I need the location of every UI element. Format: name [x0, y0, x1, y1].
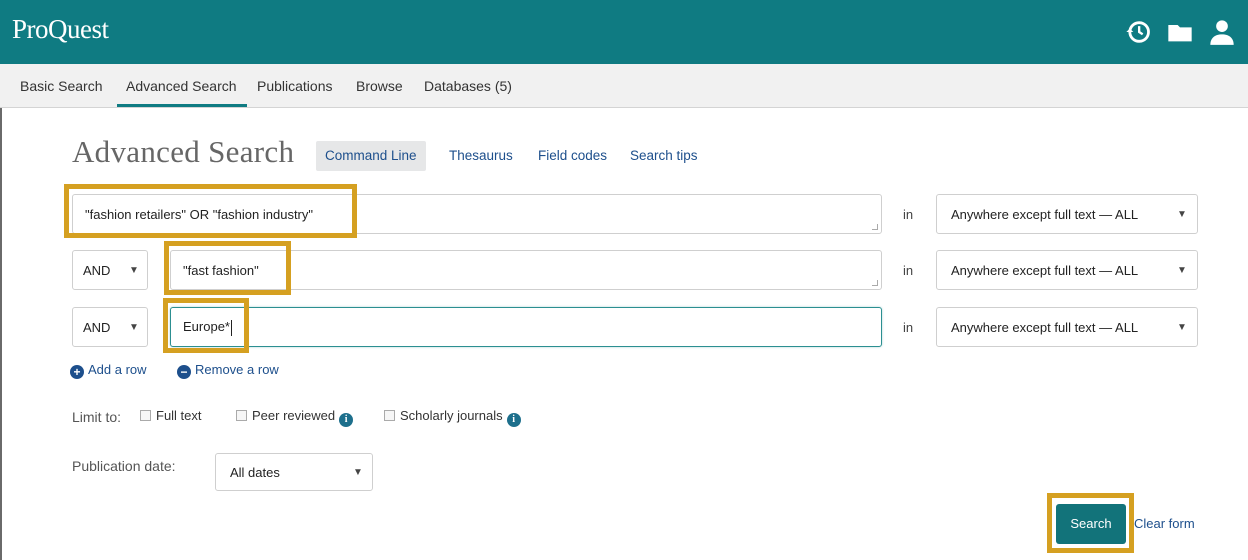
- info-icon[interactable]: i: [506, 413, 521, 427]
- publication-date-label: Publication date:: [72, 458, 176, 474]
- publication-date-value: All dates: [230, 465, 280, 480]
- scholarly-journals-checkbox[interactable]: Scholarly journals i: [384, 408, 521, 427]
- in-label-row-2: in: [903, 263, 914, 278]
- checkbox-box[interactable]: [384, 410, 395, 421]
- tab-advanced-search[interactable]: Advanced Search: [126, 78, 237, 94]
- publication-date-select[interactable]: All dates ▼: [215, 453, 373, 491]
- highlight-box-row-2: [164, 241, 291, 295]
- resize-handle[interactable]: [872, 224, 878, 230]
- in-label-row-1: in: [903, 207, 914, 222]
- field-select-row-2-value: Anywhere except full text — ALL: [951, 263, 1139, 278]
- chevron-down-icon: ▼: [129, 322, 139, 333]
- operator-select-row-2-value: AND: [83, 263, 111, 278]
- page-title: Advanced Search: [72, 134, 295, 169]
- highlight-box-row-3: [163, 298, 249, 353]
- search-input-row-3[interactable]: Europe*: [170, 307, 882, 347]
- proquest-logo[interactable]: ProQuest: [12, 14, 109, 45]
- top-bar: ProQuest: [0, 0, 1248, 64]
- nav-bar: Basic Search Advanced Search Publication…: [0, 64, 1248, 108]
- checkbox-box[interactable]: [236, 410, 247, 421]
- thesaurus-link[interactable]: Thesaurus: [449, 148, 513, 163]
- field-select-row-1[interactable]: Anywhere except full text — ALL ▼: [936, 194, 1198, 234]
- history-icon[interactable]: [1124, 18, 1152, 46]
- chevron-down-icon: ▼: [1177, 322, 1187, 333]
- add-row-link[interactable]: + Add a row: [70, 362, 147, 379]
- command-line-button[interactable]: Command Line: [316, 141, 426, 171]
- operator-select-row-3-value: AND: [83, 320, 111, 335]
- active-tab-indicator: [117, 104, 247, 107]
- folder-icon[interactable]: [1166, 18, 1194, 46]
- remove-row-link[interactable]: − Remove a row: [177, 362, 279, 379]
- tab-databases[interactable]: Databases (5): [424, 78, 512, 94]
- tab-browse[interactable]: Browse: [356, 78, 403, 94]
- peer-reviewed-checkbox[interactable]: Peer reviewed i: [236, 408, 354, 427]
- full-text-checkbox[interactable]: Full text: [140, 408, 202, 423]
- operator-select-row-3[interactable]: AND ▼: [72, 307, 148, 347]
- field-select-row-1-value: Anywhere except full text — ALL: [951, 207, 1139, 222]
- chevron-down-icon: ▼: [1177, 209, 1187, 220]
- field-select-row-2[interactable]: Anywhere except full text — ALL ▼: [936, 250, 1198, 290]
- checkbox-box[interactable]: [140, 410, 151, 421]
- clear-form-link[interactable]: Clear form: [1134, 516, 1195, 531]
- field-select-row-3-value: Anywhere except full text — ALL: [951, 320, 1139, 335]
- tab-basic-search[interactable]: Basic Search: [20, 78, 102, 94]
- operator-select-row-2[interactable]: AND ▼: [72, 250, 148, 290]
- field-codes-link[interactable]: Field codes: [538, 148, 607, 163]
- field-select-row-3[interactable]: Anywhere except full text — ALL ▼: [936, 307, 1198, 347]
- chevron-down-icon: ▼: [353, 467, 363, 478]
- search-tips-link[interactable]: Search tips: [630, 148, 698, 163]
- limit-to-label: Limit to:: [72, 409, 122, 425]
- user-icon[interactable]: [1208, 18, 1236, 46]
- chevron-down-icon: ▼: [1177, 265, 1187, 276]
- info-icon[interactable]: i: [339, 413, 354, 427]
- in-label-row-3: in: [903, 320, 914, 335]
- resize-handle[interactable]: [872, 280, 878, 286]
- chevron-down-icon: ▼: [129, 265, 139, 276]
- plus-circle-icon: +: [70, 365, 84, 379]
- search-button[interactable]: Search: [1056, 504, 1126, 544]
- tab-publications[interactable]: Publications: [257, 78, 333, 94]
- minus-circle-icon: −: [177, 365, 191, 379]
- highlight-box-row-1: [64, 184, 357, 238]
